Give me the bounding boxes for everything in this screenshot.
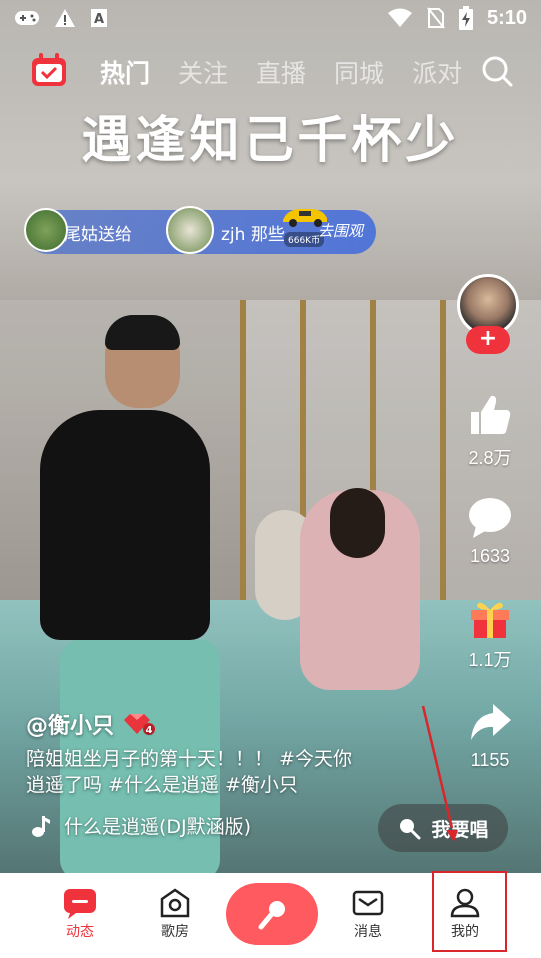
gift-banner[interactable]: 尾姑送给 zjh 那些 666K币 去围观 [24,206,376,254]
like-button[interactable]: 2.8万 [455,392,525,470]
wifi-icon [387,8,412,27]
house-music-icon [160,888,190,918]
calendar-check-icon[interactable] [30,52,68,88]
follow-button[interactable]: + [466,326,510,354]
gift-box-icon [471,602,509,638]
microphone-icon [258,901,285,930]
top-nav: 热门 关注 直播 同城 派对 [0,46,541,98]
share-arrow-icon [471,704,511,740]
warning-icon [55,9,75,27]
search-mic-icon [400,819,421,840]
sing-along-label: 我要唱 [431,818,489,841]
tab-live[interactable]: 直播 [256,54,306,90]
status-bar: A 5:10 [0,0,541,36]
sender-avatar [24,208,68,252]
nav-messages-label: 消息 [354,924,382,940]
svg-text:4: 4 [146,725,153,736]
music-title: 什么是逍遥(DJ默涵版) [64,816,252,838]
battery-charging-icon [458,6,473,30]
like-count: 2.8万 [468,448,512,468]
gift-count: 1.1万 [468,650,512,670]
nav-messages[interactable]: 消息 [333,887,403,941]
nav-song-room[interactable]: 歌房 [140,887,210,941]
watch-button[interactable]: 去围观 [318,220,363,241]
tab-following[interactable]: 关注 [178,54,228,90]
nav-feed-label: 动态 [66,924,94,940]
comment-button[interactable]: 1633 [455,496,525,567]
diamond-level-badge-icon: 4 [124,714,156,736]
receiver-avatar [166,206,214,254]
video-description: 陪姐姐坐月子的第十天！！！ #今天你逍遥了吗 #什么是逍遥 #衡小只 [26,748,352,796]
chat-square-icon [64,889,96,919]
music-row[interactable]: 什么是逍遥(DJ默涵版) [30,812,251,839]
nav-feed[interactable]: 动态 [45,887,115,941]
thumbs-up-icon [471,395,511,434]
envelope-icon [352,890,384,916]
search-icon[interactable] [480,54,514,88]
svg-text:A: A [94,12,104,27]
gift-button[interactable]: 1.1万 [455,596,525,672]
gift-receiver: zjh 那些 [221,225,285,245]
share-count: 1155 [470,750,510,770]
sing-along-button[interactable]: 我要唱 [378,804,508,852]
nav-song-room-label: 歌房 [161,924,189,940]
author-name-row[interactable]: @衡小只 4 [26,708,156,740]
comment-bubble-icon [469,498,511,538]
author-name: @衡小只 [26,714,115,739]
tab-nearby[interactable]: 同城 [334,54,384,90]
font-a-icon: A [91,9,107,27]
clock: 5:10 [486,6,527,29]
feed-tabs: 热门 关注 直播 同城 派对 [100,46,462,98]
no-sim-icon [427,7,445,29]
gamepad-icon [15,11,39,25]
sing-record-button[interactable] [226,883,318,945]
tab-party[interactable]: 派对 [412,54,462,90]
comment-count: 1633 [469,546,511,566]
tab-hot[interactable]: 热门 [100,54,150,90]
music-note-icon [32,815,50,837]
share-button[interactable]: 1155 [455,700,525,771]
profile-highlight-box [432,871,507,952]
gift-sender: 尾姑送给 [64,225,132,245]
video-headline: 遇逢知己千杯少 [81,111,460,169]
